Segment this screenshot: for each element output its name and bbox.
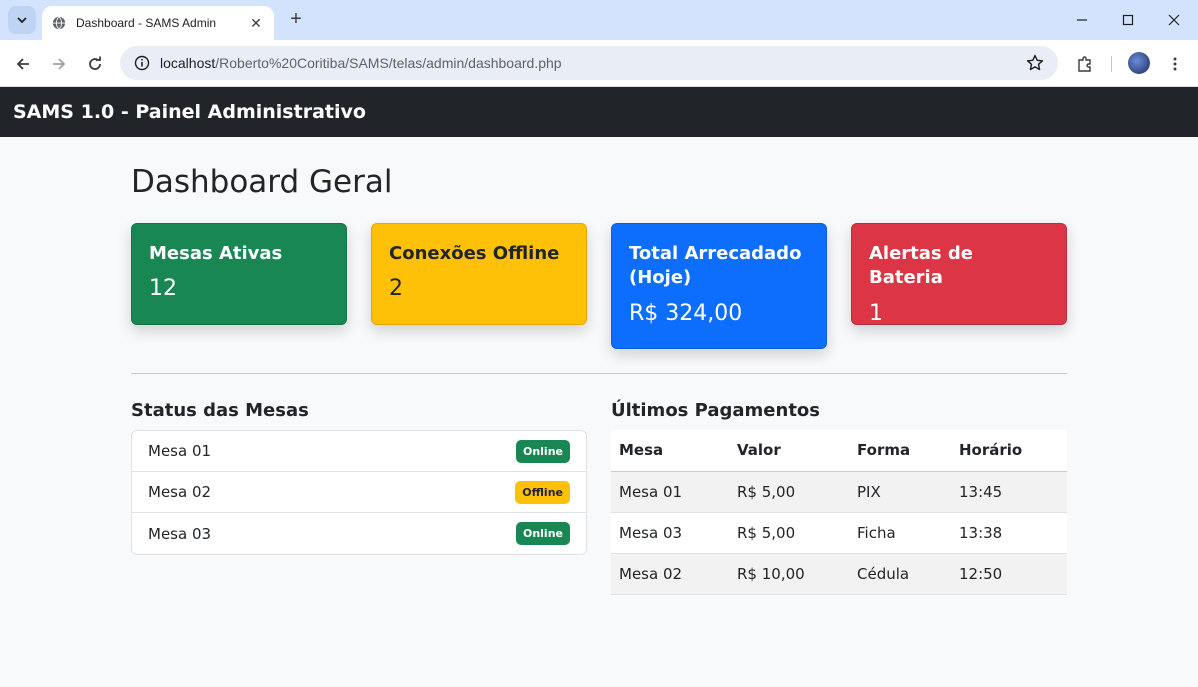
cell-horario: 13:45 — [951, 471, 1067, 513]
more-vert-icon — [1173, 57, 1177, 71]
close-window-button[interactable] — [1151, 6, 1197, 34]
cell-forma: Ficha — [849, 512, 951, 554]
payments-section-title: Últimos Pagamentos — [611, 400, 821, 421]
cell-valor: R$ 5,00 — [729, 512, 849, 554]
browser-tab-strip: Dashboard - SAMS Admin ✕ + — [0, 0, 1198, 40]
chevron-down-icon — [17, 17, 27, 24]
cell-horario: 13:38 — [951, 512, 1067, 554]
status-badge: Online — [515, 439, 570, 463]
cell-valor: R$ 5,00 — [729, 471, 849, 513]
cell-horario: 12:50 — [951, 553, 1067, 595]
cell-mesa: Mesa 01 — [611, 471, 729, 513]
column-header: Mesa — [611, 430, 729, 472]
globe-icon — [52, 16, 66, 30]
card-title: Conexões Offline — [389, 243, 560, 264]
payments-table: Mesa Valor Forma Horário Mesa 01 R$ 5,00… — [611, 430, 1067, 595]
cell-forma: PIX — [849, 471, 951, 513]
cell-mesa: Mesa 02 — [611, 553, 729, 595]
tab-title: Dashboard - SAMS Admin — [76, 16, 217, 30]
minimize-icon — [1077, 19, 1087, 21]
table-header-row: Mesa Valor Forma Horário — [611, 430, 1067, 472]
arrow-right-icon — [53, 58, 66, 70]
url-host: localhost — [160, 55, 216, 71]
maximize-button[interactable] — [1105, 6, 1151, 34]
maximize-icon — [1122, 14, 1134, 26]
card-title: Alertas de Bateria — [869, 243, 974, 289]
menu-button[interactable] — [1161, 50, 1189, 78]
section-divider — [131, 373, 1067, 374]
status-list: Mesa 01 Online Mesa 02 Offline Mesa 03 O… — [131, 430, 587, 555]
reload-button[interactable] — [81, 50, 109, 78]
card-alertas-bateria: Alertas de Bateria 1 — [851, 223, 1067, 326]
list-item: Mesa 03 Online — [132, 513, 586, 554]
card-total-arrecadado: Total Arrecadado (Hoje) R$ 324,00 — [611, 223, 827, 349]
forward-button[interactable] — [45, 50, 73, 78]
app-navbar: SAMS 1.0 - Painel Administrativo — [0, 87, 1198, 137]
arrow-left-icon — [16, 58, 29, 70]
cell-valor: R$ 10,00 — [729, 553, 849, 595]
card-title: Mesas Ativas — [149, 243, 283, 264]
puzzle-icon — [1078, 56, 1091, 72]
status-badge: Online — [515, 522, 570, 545]
close-icon — [1168, 14, 1180, 26]
close-tab-icon[interactable]: ✕ — [248, 15, 264, 32]
card-value: R$ 324,00 — [629, 300, 743, 326]
mesa-name: Mesa 02 — [148, 483, 212, 501]
table-row: Mesa 01 R$ 5,00 PIX 13:45 — [611, 471, 1067, 513]
list-item: Mesa 02 Offline — [132, 472, 586, 513]
card-value: 2 — [389, 276, 403, 302]
column-header: Forma — [849, 430, 951, 472]
browser-toolbar: localhost/Roberto%20Coritiba/SAMS/telas/… — [0, 40, 1198, 87]
card-mesas-ativas: Mesas Ativas 12 — [131, 223, 347, 325]
table-row: Mesa 02 R$ 10,00 Cédula 12:50 — [611, 553, 1067, 595]
cell-mesa: Mesa 03 — [611, 512, 729, 554]
back-button[interactable] — [9, 50, 37, 78]
extensions-button[interactable] — [1071, 50, 1099, 78]
profile-avatar[interactable] — [1128, 52, 1150, 74]
cell-forma: Cédula — [849, 553, 951, 595]
card-value: 1 — [869, 300, 883, 326]
card-value: 12 — [149, 276, 177, 302]
list-item: Mesa 01 Online — [132, 431, 586, 472]
status-section-title: Status das Mesas — [131, 400, 309, 421]
bookmark-star-icon[interactable] — [1026, 54, 1044, 72]
minimize-button[interactable] — [1059, 6, 1105, 34]
column-header: Horário — [951, 430, 1067, 472]
url-path: /Roberto%20Coritiba/SAMS/telas/admin/das… — [215, 55, 562, 71]
browser-tab[interactable]: Dashboard - SAMS Admin ✕ — [42, 6, 274, 40]
mesa-name: Mesa 01 — [148, 442, 212, 460]
address-bar[interactable]: localhost/Roberto%20Coritiba/SAMS/telas/… — [120, 46, 1058, 80]
tab-search-button[interactable] — [8, 6, 36, 34]
new-tab-button[interactable]: + — [284, 8, 308, 32]
table-row: Mesa 03 R$ 5,00 Ficha 13:38 — [611, 512, 1067, 554]
site-info-icon[interactable] — [134, 55, 150, 71]
card-title: Total Arrecadado (Hoje) — [629, 243, 802, 289]
app-brand[interactable]: SAMS 1.0 - Painel Administrativo — [13, 101, 366, 123]
status-badge: Offline — [515, 480, 570, 504]
column-header: Valor — [729, 430, 849, 472]
card-conexoes-offline: Conexões Offline 2 — [371, 223, 587, 325]
reload-icon — [89, 56, 101, 70]
toolbar-divider — [1111, 56, 1112, 72]
page-title: Dashboard Geral — [131, 164, 393, 200]
mesa-name: Mesa 03 — [148, 524, 212, 543]
